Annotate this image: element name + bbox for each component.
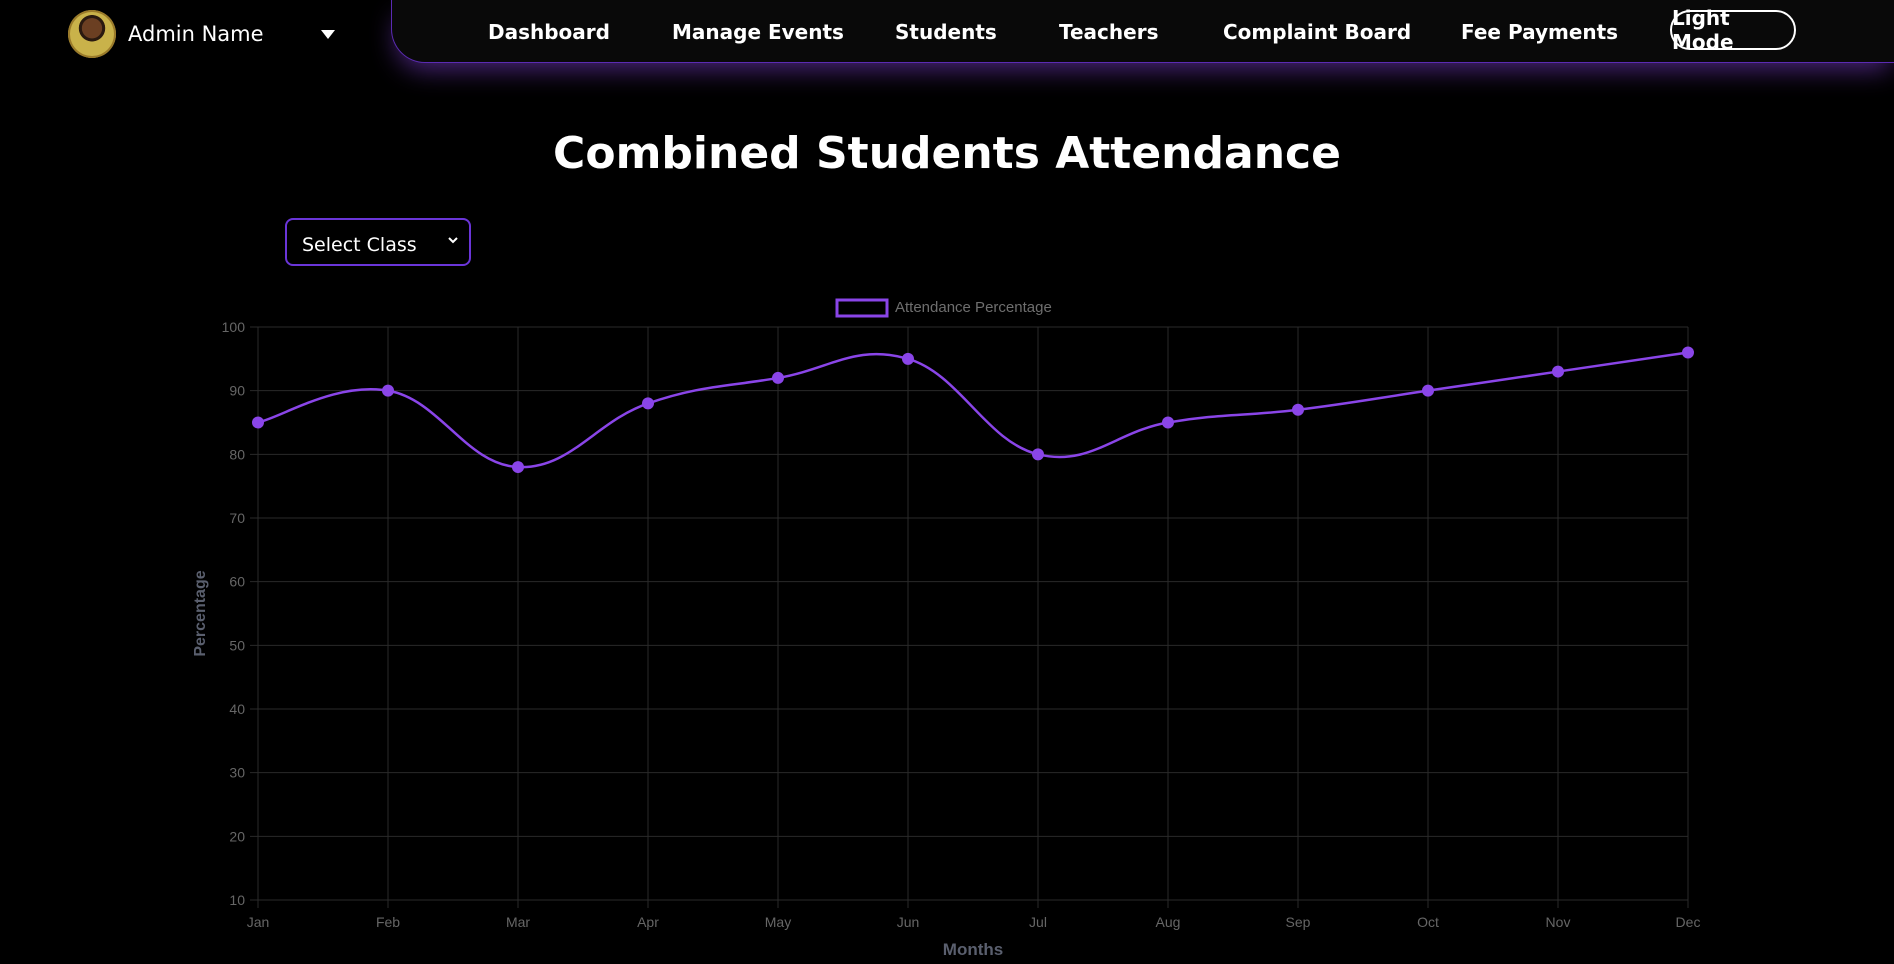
chevron-down-icon — [448, 237, 458, 244]
x-tick-label: May — [765, 914, 791, 930]
page-title: Combined Students Attendance — [553, 128, 1341, 179]
attendance-chart: 10 20 30 40 50 60 70 80 90 100 Jan Feb Mar Apr May Jun J… — [192, 298, 1701, 959]
y-tick-label: 50 — [229, 637, 245, 653]
nav-teachers[interactable]: Teachers — [1059, 20, 1158, 44]
x-tick-label: Jan — [247, 914, 270, 930]
nav-manage-events[interactable]: Manage Events — [672, 20, 844, 44]
admin-name: Admin Name — [128, 22, 264, 46]
data-point — [772, 371, 784, 384]
y-tick-label: 10 — [229, 892, 245, 908]
x-tick-label: Oct — [1417, 914, 1439, 930]
y-axis-title: Percentage — [192, 570, 209, 656]
data-point — [252, 416, 264, 429]
y-tick-label: 100 — [222, 319, 246, 335]
y-tick-label: 90 — [229, 383, 245, 399]
x-axis-title: Months — [943, 940, 1003, 959]
data-point — [382, 384, 394, 397]
user-menu[interactable]: Admin Name — [0, 0, 390, 68]
y-tick-label: 40 — [229, 701, 245, 717]
data-point — [512, 461, 524, 474]
x-tick-label: Feb — [376, 914, 400, 930]
data-point — [1292, 403, 1304, 416]
legend-label: Attendance Percentage — [895, 299, 1052, 316]
x-tick-label: Aug — [1156, 914, 1181, 930]
top-navbar: Dashboard Manage Events Students Teacher… — [391, 0, 1894, 63]
y-tick-label: 70 — [229, 510, 245, 526]
avatar[interactable] — [68, 10, 116, 58]
class-select[interactable]: Select Class — [285, 218, 471, 266]
nav-students[interactable]: Students — [895, 20, 997, 44]
x-tick-label: Mar — [506, 914, 530, 930]
data-point — [642, 397, 654, 410]
y-tick-label: 20 — [229, 828, 245, 844]
data-point — [1422, 384, 1434, 397]
nav-fee-payments[interactable]: Fee Payments — [1461, 20, 1618, 44]
data-point — [1162, 416, 1174, 429]
y-tick-label: 60 — [229, 574, 245, 590]
data-point — [1682, 346, 1694, 359]
class-select-value: Select Class — [302, 234, 417, 256]
data-point — [902, 352, 914, 365]
x-tick-label: Dec — [1676, 914, 1701, 930]
data-point — [1552, 365, 1564, 378]
y-tick-label: 80 — [229, 446, 245, 462]
caret-down-icon[interactable] — [321, 30, 335, 39]
x-tick-label: Jul — [1029, 914, 1047, 930]
legend-swatch — [835, 298, 889, 318]
light-mode-button[interactable]: Light Mode — [1670, 6, 1796, 54]
data-point — [1032, 448, 1044, 461]
series-line — [257, 351, 1689, 469]
x-tick-label: Jun — [897, 914, 920, 930]
nav-dashboard[interactable]: Dashboard — [488, 20, 610, 44]
x-tick-label: Nov — [1546, 914, 1571, 930]
y-tick-label: 30 — [229, 765, 245, 781]
nav-complaint-board[interactable]: Complaint Board — [1223, 20, 1411, 44]
x-tick-label: Apr — [637, 914, 659, 930]
x-tick-label: Sep — [1286, 914, 1311, 930]
